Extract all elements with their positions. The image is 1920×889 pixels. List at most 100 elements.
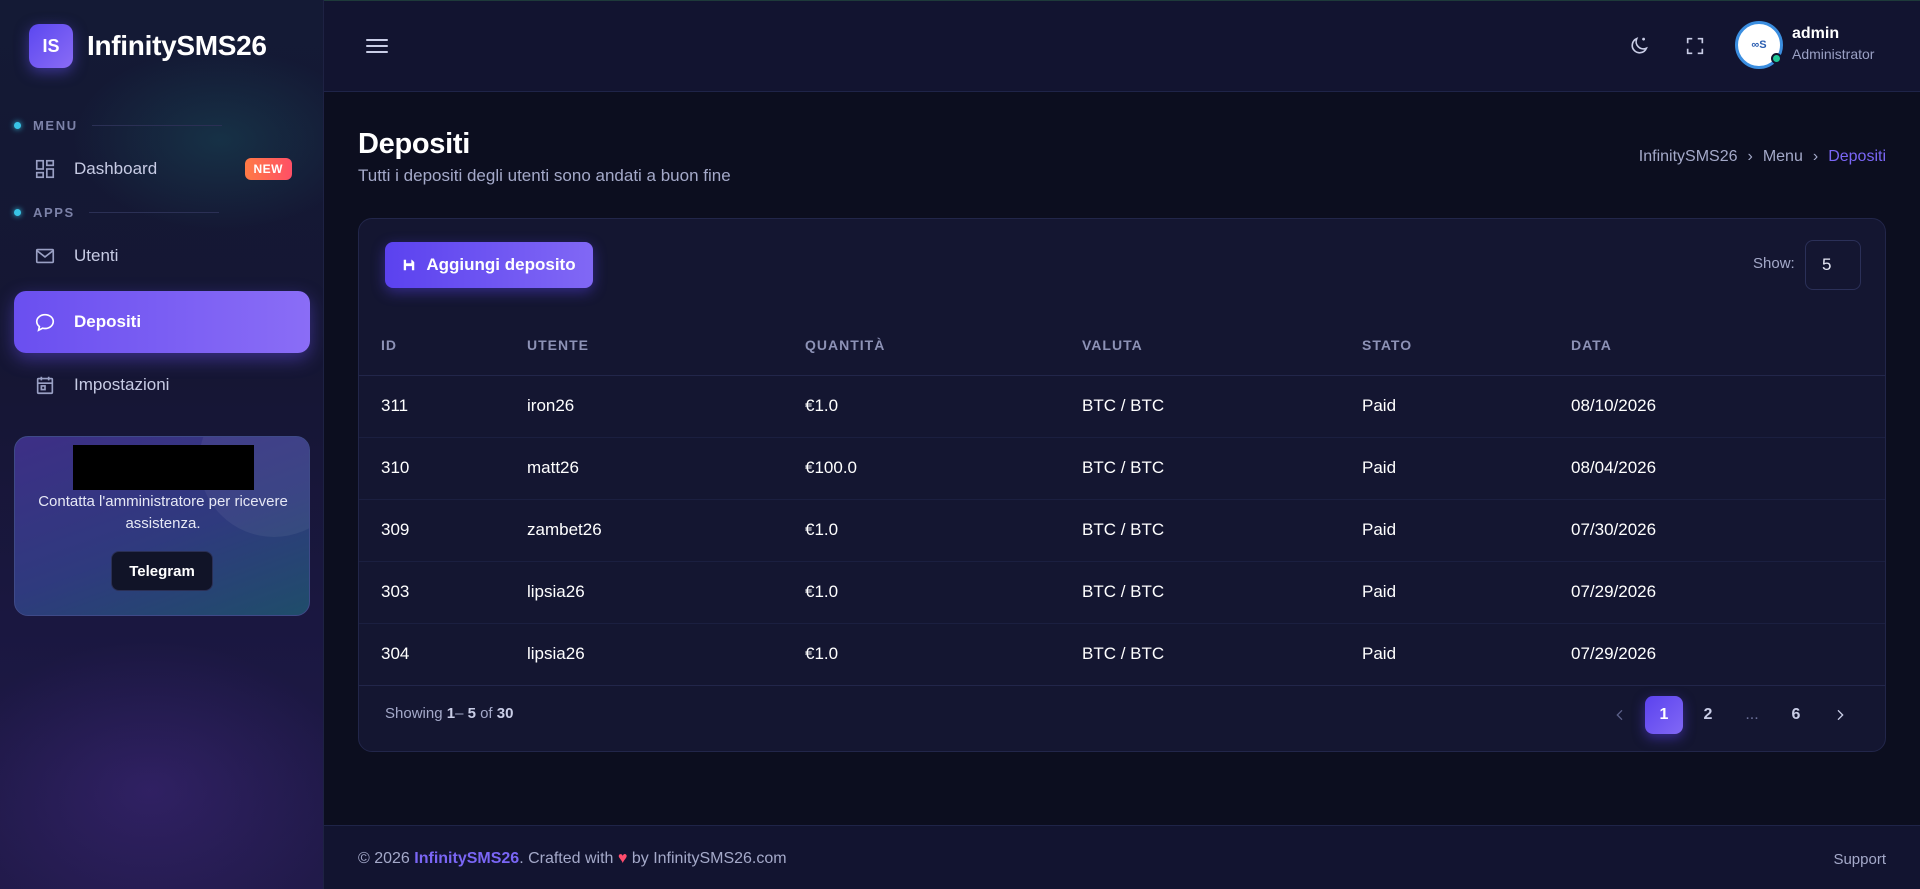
cell-valuta: BTC / BTC [1082, 623, 1362, 686]
section-divider [88, 212, 219, 213]
table-row[interactable]: 304 lipsia26 €1.0 BTC / BTC Paid 07/29/2… [359, 623, 1885, 686]
section-divider [91, 125, 222, 126]
help-text: Contatta l'amministratore per ricevere a… [38, 493, 288, 532]
deposits-card: Aggiungi deposito Show: 5 ID UTENTE QUAN… [358, 218, 1886, 752]
column-header-valuta[interactable]: VALUTA [1082, 315, 1362, 376]
heart-icon: ♥ [617, 850, 628, 867]
brand-name: InfinitySMS26 [87, 30, 267, 61]
cell-utente: lipsia26 [527, 561, 805, 624]
footer: © 2026 InfinitySMS26. Crafted with ♥ by … [324, 825, 1920, 889]
main-content: Depositi Tutti i depositi degli utenti s… [324, 92, 1920, 824]
section-label-apps: APPS [14, 205, 219, 220]
sidebar-item-depositi[interactable]: Depositi [14, 291, 310, 353]
sidebar-item-label: Utenti [74, 246, 119, 265]
brand[interactable]: IS InfinitySMS26 [29, 24, 267, 68]
dashboard-icon [34, 158, 56, 180]
column-header-id[interactable]: ID [359, 315, 527, 376]
pagination-ellipsis: ... [1745, 706, 1759, 723]
table-header-row: ID UTENTE QUANTITÀ VALUTA STATO DATA [359, 315, 1885, 376]
table-row[interactable]: 311 iron26 €1.0 BTC / BTC Paid 08/10/202… [359, 375, 1885, 438]
online-status-dot [1771, 53, 1782, 64]
cell-utente: zambet26 [527, 499, 805, 562]
calendar-icon [34, 374, 56, 396]
cell-data: 07/29/2026 [1571, 623, 1885, 686]
table-row[interactable]: 309 zambet26 €1.0 BTC / BTC Paid 07/30/2… [359, 499, 1885, 562]
user-name: admin [1792, 25, 1840, 42]
cell-id: 303 [359, 561, 527, 624]
sidebar-item-label: Depositi [74, 312, 142, 331]
cell-quantita: €100.0 [805, 437, 1082, 500]
table-row[interactable]: 303 lipsia26 €1.0 BTC / BTC Paid 07/29/2… [359, 561, 1885, 624]
sidebar-item-label: Impostazioni [74, 375, 170, 394]
column-header-quantita[interactable]: QUANTITÀ [805, 315, 1082, 376]
mail-icon [34, 245, 56, 267]
pagination-page-1[interactable]: 1 [1645, 696, 1683, 734]
cell-stato: Paid [1362, 375, 1571, 438]
cell-quantita: €1.0 [805, 561, 1082, 624]
new-badge: NEW [244, 158, 292, 180]
sidebar-item-dashboard[interactable]: Dashboard NEW [14, 139, 310, 199]
chevron-right-icon: › [1812, 148, 1819, 165]
cell-stato: Paid [1362, 437, 1571, 500]
cell-valuta: BTC / BTC [1082, 375, 1362, 438]
section-dot [14, 122, 21, 129]
column-header-stato[interactable]: STATO [1362, 315, 1571, 376]
fullscreen-icon[interactable] [1682, 33, 1708, 59]
pagination-summary: Showing 1– 5 of 30 [385, 705, 514, 722]
avatar-logo: ∞S [1751, 39, 1767, 51]
footer-copyright: © 2026 InfinitySMS26. Crafted with ♥ by … [358, 850, 787, 867]
cell-id: 311 [359, 375, 527, 438]
support-link[interactable]: Support [1833, 851, 1886, 868]
footer-brand-link[interactable]: InfinitySMS26 [414, 850, 519, 867]
chevron-left-icon [1616, 709, 1623, 721]
cell-quantita: €1.0 [805, 623, 1082, 686]
pagination-page-6[interactable]: 6 [1777, 696, 1815, 734]
breadcrumb-item-home[interactable]: InfinitySMS26 [1639, 148, 1738, 166]
cell-id: 309 [359, 499, 527, 562]
deposits-table: ID UTENTE QUANTITÀ VALUTA STATO DATA 311… [359, 315, 1885, 686]
page-subtitle: Tutti i depositi degli utenti sono andat… [358, 166, 731, 185]
chat-bubble-icon [34, 311, 56, 333]
cell-utente: lipsia26 [527, 623, 805, 686]
pagination-page-2[interactable]: 2 [1689, 696, 1727, 734]
redacted-image [73, 445, 254, 490]
column-header-data[interactable]: DATA [1571, 315, 1885, 376]
sidebar-item-utenti[interactable]: Utenti [14, 226, 310, 286]
brand-logo: IS [29, 24, 73, 68]
cell-utente: matt26 [527, 437, 805, 500]
save-icon [404, 259, 415, 271]
dark-mode-icon[interactable] [1626, 33, 1652, 59]
show-label: Show: [1753, 255, 1795, 272]
user-role: Administrator [1792, 46, 1875, 62]
cell-data: 08/04/2026 [1571, 437, 1885, 500]
section-label-menu: MENU [14, 118, 222, 133]
breadcrumb-item-current: Depositi [1828, 148, 1886, 165]
cell-stato: Paid [1362, 561, 1571, 624]
pagination-next-button[interactable] [1821, 696, 1859, 734]
cell-stato: Paid [1362, 623, 1571, 686]
page-size-input[interactable]: 5 [1805, 240, 1861, 290]
page-title: Depositi [358, 128, 470, 160]
table-row[interactable]: 310 matt26 €100.0 BTC / BTC Paid 08/04/2… [359, 437, 1885, 500]
avatar[interactable]: ∞S [1735, 21, 1783, 69]
chevron-right-icon [1837, 709, 1844, 721]
cell-utente: iron26 [527, 375, 805, 438]
breadcrumb: InfinitySMS26 › Menu › Depositi [1639, 148, 1886, 166]
sidebar-item-label: Dashboard [74, 159, 158, 178]
add-deposit-button[interactable]: Aggiungi deposito [385, 242, 593, 288]
help-card: Contatta l'amministratore per ricevere a… [14, 436, 310, 616]
menu-toggle-icon[interactable] [366, 35, 388, 57]
breadcrumb-item-menu[interactable]: Menu [1763, 148, 1803, 166]
cell-stato: Paid [1362, 499, 1571, 562]
cell-quantita: €1.0 [805, 375, 1082, 438]
topbar: ∞S admin Administrator [324, 0, 1920, 92]
cell-valuta: BTC / BTC [1082, 561, 1362, 624]
cell-valuta: BTC / BTC [1082, 499, 1362, 562]
telegram-button[interactable]: Telegram [111, 551, 213, 591]
cell-data: 08/10/2026 [1571, 375, 1885, 438]
pagination-prev-button[interactable] [1601, 696, 1639, 734]
sidebar-item-impostazioni[interactable]: Impostazioni [14, 355, 310, 415]
sidebar: IS InfinitySMS26 MENU Dashboard NEW APPS… [0, 0, 324, 889]
cell-data: 07/29/2026 [1571, 561, 1885, 624]
column-header-utente[interactable]: UTENTE [527, 315, 805, 376]
